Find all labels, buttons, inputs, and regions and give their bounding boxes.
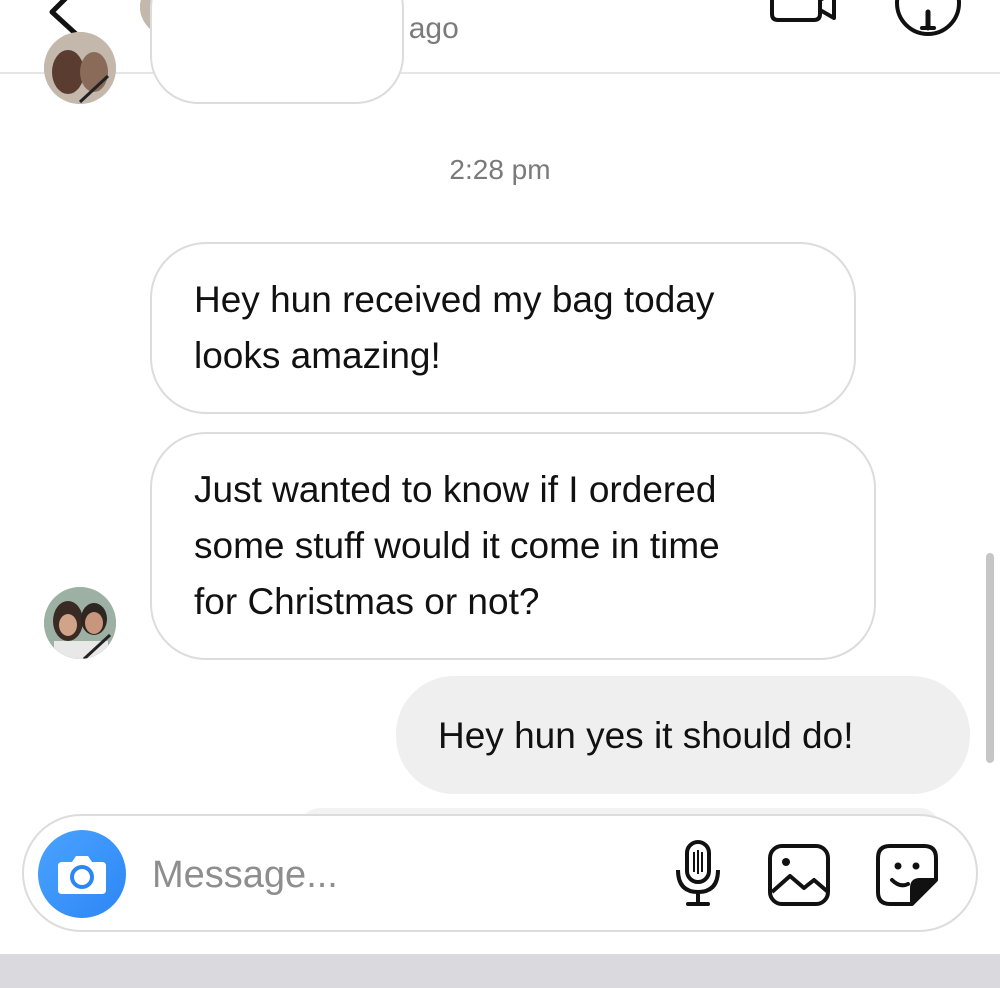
message-line: some stuff would it come in time (194, 525, 720, 566)
message-line: for Christmas or not? (194, 581, 540, 622)
info-icon[interactable] (893, 0, 963, 38)
bottom-bar (0, 954, 1000, 988)
message-line: Hey hun yes it should do! (438, 715, 854, 756)
sender-avatar[interactable] (44, 32, 116, 104)
previous-message-bubble[interactable] (150, 0, 404, 104)
message-line: looks amazing! (194, 335, 441, 376)
video-call-icon[interactable] (768, 0, 838, 24)
camera-icon (58, 856, 106, 894)
gallery-icon[interactable] (766, 842, 832, 908)
message-timestamp: 2:28 pm (449, 154, 551, 185)
scrollbar[interactable] (986, 553, 994, 763)
camera-button[interactable] (38, 830, 126, 918)
message-line: Just wanted to know if I ordered (194, 469, 717, 510)
message-line: Hey hun received my bag today (194, 279, 715, 320)
incoming-message-bubble[interactable]: Hey hun received my bag today looks amaz… (150, 242, 856, 414)
incoming-message-bubble[interactable]: Just wanted to know if I ordered some st… (150, 432, 876, 660)
message-composer (22, 814, 978, 932)
sticker-icon[interactable] (874, 842, 940, 908)
message-input[interactable] (152, 850, 632, 900)
sender-avatar[interactable] (44, 587, 116, 659)
outgoing-message-bubble[interactable]: Hey hun yes it should do! (396, 676, 970, 794)
microphone-icon[interactable] (672, 838, 724, 910)
